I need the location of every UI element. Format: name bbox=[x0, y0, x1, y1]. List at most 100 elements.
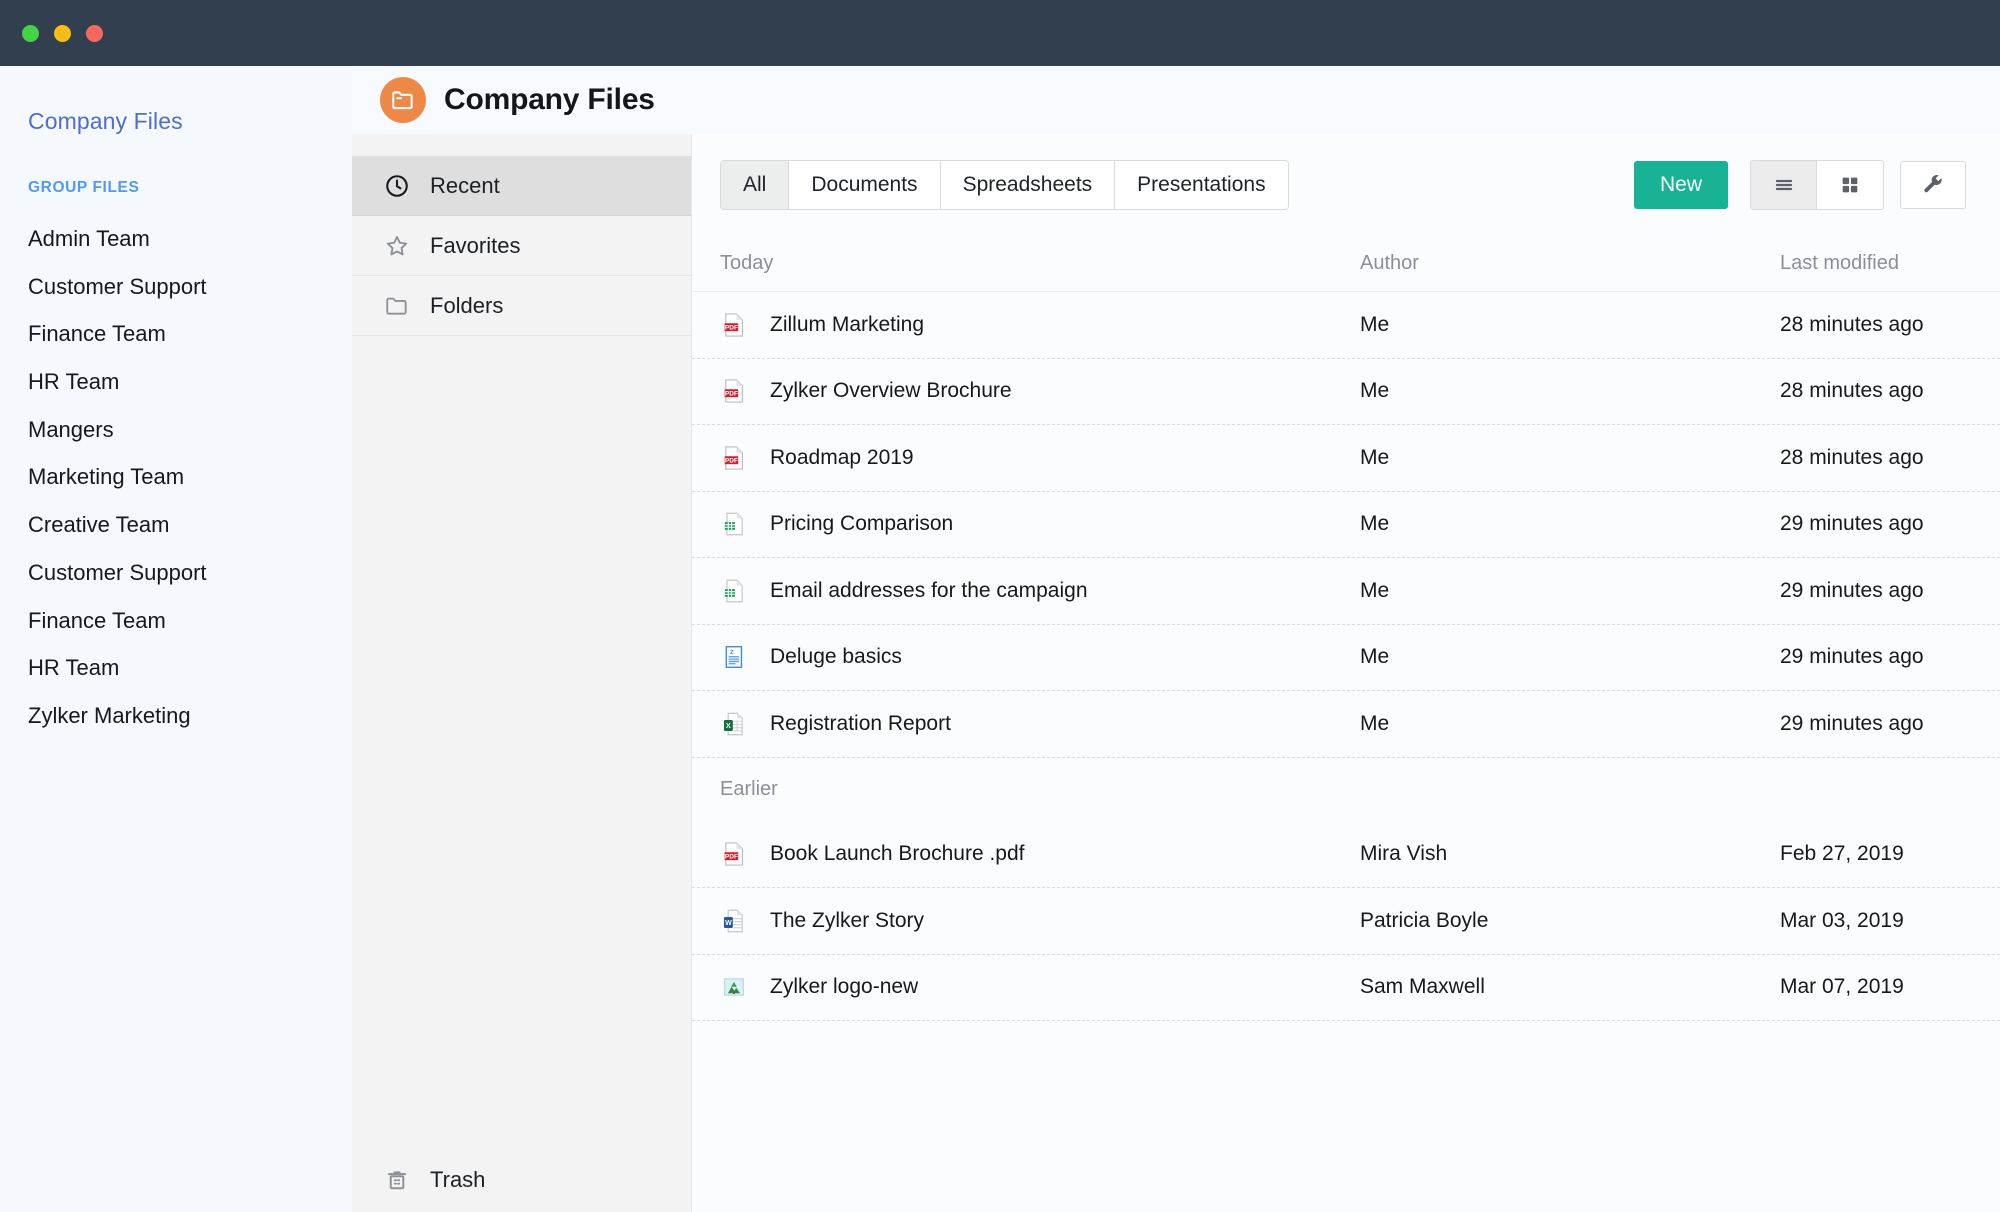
file-author: Me bbox=[1360, 645, 1390, 669]
nav-item-label-recent: Recent bbox=[430, 172, 500, 198]
sidebar-item-creative-team[interactable]: Creative Team bbox=[0, 501, 352, 549]
sidebar-item-customer-support-2[interactable]: Customer Support bbox=[0, 549, 352, 597]
file-name-cell: PDF Zillum Marketing bbox=[720, 311, 1360, 339]
nav-item-recent[interactable]: Recent bbox=[352, 156, 691, 216]
pdf-icon: PDF bbox=[720, 377, 748, 405]
app-header: Company Files bbox=[352, 66, 2000, 134]
file-name: The Zylker Story bbox=[770, 908, 925, 932]
table-row[interactable]: Z Deluge basics Me 29 minutes ago bbox=[692, 625, 2000, 691]
column-header-name: Today bbox=[720, 252, 774, 274]
file-modified: Mar 07, 2019 bbox=[1780, 975, 1904, 999]
file-author: Me bbox=[1360, 312, 1390, 336]
body-split: Company Files GROUP FILES Admin Team Cus… bbox=[0, 66, 2000, 1212]
table-row[interactable]: Zylker logo-new Sam Maxwell Mar 07, 2019 bbox=[692, 955, 2000, 1021]
file-author: Me bbox=[1360, 512, 1390, 536]
file-name: Deluge basics bbox=[770, 645, 902, 669]
page-title: Company Files bbox=[444, 83, 655, 116]
file-name-cell: W The Zylker Story bbox=[720, 907, 1360, 935]
file-author: Me bbox=[1360, 445, 1390, 469]
sidebar-item-marketing-team[interactable]: Marketing Team bbox=[0, 453, 352, 501]
sidebar-group-list: Admin Team Customer Support Finance Team… bbox=[0, 215, 352, 740]
table-group-label-earlier: Earlier bbox=[720, 778, 778, 800]
file-name-cell: X Registration Report bbox=[720, 710, 1360, 738]
pdf-icon: PDF bbox=[720, 444, 748, 472]
sidebar-group-label: GROUP FILES bbox=[28, 179, 140, 196]
new-button[interactable]: New bbox=[1633, 161, 1728, 209]
file-name: Email addresses for the campaign bbox=[770, 578, 1088, 602]
file-name-cell: Z Deluge basics bbox=[720, 643, 1360, 671]
table-row[interactable]: PDF Zylker Overview Brochure Me 28 minut… bbox=[692, 359, 2000, 425]
file-name-cell: Email addresses for the campaign bbox=[720, 577, 1360, 605]
file-author: Sam Maxwell bbox=[1360, 975, 1485, 999]
content-toolbar: All Documents Spreadsheets Presentations… bbox=[692, 134, 2000, 236]
file-modified: 29 minutes ago bbox=[1780, 512, 1924, 536]
window-titlebar bbox=[0, 0, 2000, 66]
sidebar-item-finance-team[interactable]: Finance Team bbox=[0, 310, 352, 358]
column-header-author: Author bbox=[1360, 252, 1419, 274]
sidebar-item-customer-support[interactable]: Customer Support bbox=[0, 263, 352, 311]
file-modified: 29 minutes ago bbox=[1780, 711, 1924, 735]
file-modified: Feb 27, 2019 bbox=[1780, 842, 1904, 866]
sidebar-item-mangers[interactable]: Mangers bbox=[0, 406, 352, 454]
sheet-icon bbox=[720, 577, 748, 605]
filter-tabs: All Documents Spreadsheets Presentations bbox=[720, 160, 1289, 210]
table-row[interactable]: PDF Zillum Marketing Me 28 minutes ago bbox=[692, 292, 2000, 359]
sidebar-item-hr-team[interactable]: HR Team bbox=[0, 358, 352, 406]
sidebar-item-finance-team-2[interactable]: Finance Team bbox=[0, 597, 352, 645]
sidebar-item-hr-team-2[interactable]: HR Team bbox=[0, 644, 352, 692]
tab-all[interactable]: All bbox=[721, 161, 790, 209]
clock-icon bbox=[384, 173, 410, 199]
table-row[interactable]: W The Zylker Story Patricia Boyle Mar 03… bbox=[692, 888, 2000, 955]
file-table: Today Author Last modified PDF Zillum Ma… bbox=[692, 236, 2000, 1212]
maximize-dot[interactable] bbox=[86, 24, 103, 42]
pdf-icon: PDF bbox=[720, 840, 748, 868]
table-row[interactable]: Email addresses for the campaign Me 29 m… bbox=[692, 558, 2000, 625]
file-author: Patricia Boyle bbox=[1360, 908, 1489, 932]
nav-item-folders[interactable]: Folders bbox=[352, 276, 691, 336]
table-column-headers: Today Author Last modified bbox=[692, 236, 2000, 292]
traffic-lights bbox=[22, 24, 103, 42]
nav-pane: Recent Favorites Folders Trash bbox=[352, 134, 692, 1212]
file-name: Pricing Comparison bbox=[770, 512, 954, 536]
file-author: Me bbox=[1360, 379, 1390, 403]
view-toggle-group bbox=[1750, 160, 1884, 210]
file-name: Book Launch Brochure .pdf bbox=[770, 842, 1025, 866]
file-name-cell: Pricing Comparison bbox=[720, 510, 1360, 538]
nav-item-label-trash: Trash bbox=[430, 1167, 486, 1192]
excel-icon: X bbox=[720, 710, 748, 738]
file-name: Registration Report bbox=[770, 711, 951, 735]
tab-documents[interactable]: Documents bbox=[789, 161, 941, 209]
word-icon: W bbox=[720, 907, 748, 935]
sheet-icon bbox=[720, 510, 748, 538]
file-modified: 29 minutes ago bbox=[1780, 645, 1924, 669]
panes: Recent Favorites Folders Trash All Docum… bbox=[352, 134, 2000, 1212]
tab-presentations[interactable]: Presentations bbox=[1115, 161, 1288, 209]
sidebar-item-admin-team[interactable]: Admin Team bbox=[0, 215, 352, 263]
svg-text:PDF: PDF bbox=[725, 324, 738, 331]
nav-item-favorites[interactable]: Favorites bbox=[352, 216, 691, 276]
nav-pane-spacer bbox=[352, 336, 691, 1148]
list-view-icon[interactable] bbox=[1751, 161, 1817, 209]
svg-text:W: W bbox=[725, 920, 732, 927]
table-row[interactable]: X Registration Report Me 29 minutes ago bbox=[692, 691, 2000, 758]
nav-item-trash[interactable]: Trash bbox=[352, 1148, 691, 1212]
folder-outline-icon bbox=[384, 293, 410, 319]
file-modified: 29 minutes ago bbox=[1780, 578, 1924, 602]
content-pane: All Documents Spreadsheets Presentations… bbox=[692, 134, 2000, 1212]
wrench-icon[interactable] bbox=[1900, 161, 1966, 209]
sidebar-title[interactable]: Company Files bbox=[0, 96, 352, 135]
nav-pane-top: Recent Favorites Folders bbox=[352, 134, 691, 336]
table-row[interactable]: PDF Book Launch Brochure .pdf Mira Vish … bbox=[692, 822, 2000, 888]
file-author: Me bbox=[1360, 711, 1390, 735]
grid-view-icon[interactable] bbox=[1817, 161, 1883, 209]
close-dot[interactable] bbox=[22, 24, 39, 42]
nav-item-label-folders: Folders bbox=[430, 292, 504, 318]
svg-text:PDF: PDF bbox=[725, 854, 738, 861]
table-row[interactable]: PDF Roadmap 2019 Me 28 minutes ago bbox=[692, 425, 2000, 492]
pdf-icon: PDF bbox=[720, 311, 748, 339]
minimize-dot[interactable] bbox=[54, 24, 71, 42]
left-sidebar: Company Files GROUP FILES Admin Team Cus… bbox=[0, 66, 352, 1212]
table-row[interactable]: Pricing Comparison Me 29 minutes ago bbox=[692, 492, 2000, 558]
tab-spreadsheets[interactable]: Spreadsheets bbox=[940, 161, 1116, 209]
sidebar-item-zylker-marketing[interactable]: Zylker Marketing bbox=[0, 692, 352, 740]
